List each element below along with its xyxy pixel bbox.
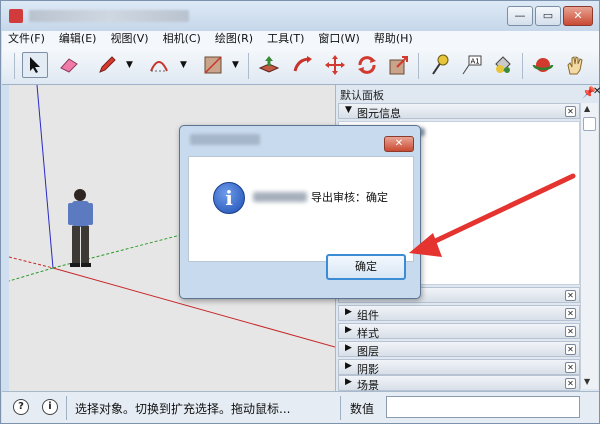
annotation-arrow xyxy=(409,173,576,257)
app-window: — ▭ ✕ 文件(F) 编辑(E) 视图(V) 相机(C) 绘图(R) 工具(T… xyxy=(0,0,600,424)
